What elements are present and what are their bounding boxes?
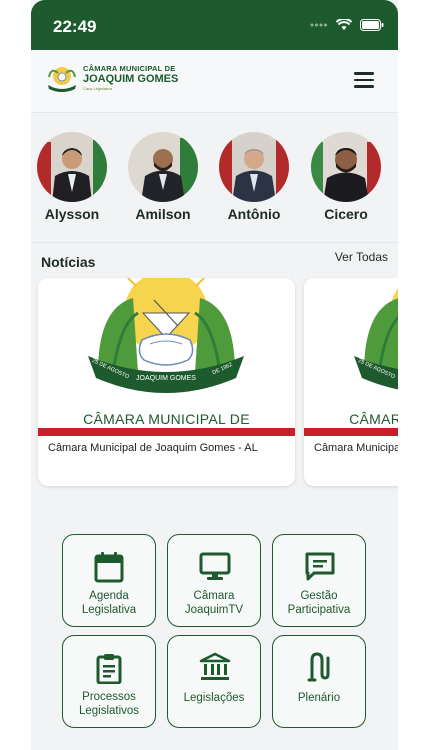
- news-card-image: JOAQUIM GOMES 25 DE AGOSTO DE 1962 CÂMAR…: [38, 278, 295, 436]
- battery-icon: [360, 19, 384, 31]
- logo-line2: JOAQUIM GOMES: [83, 72, 179, 85]
- menu-tile-label: Plenário: [297, 692, 341, 704]
- member-name: Amilson: [135, 206, 191, 222]
- menu-tile-label: Legislações: [183, 692, 245, 704]
- calendar-icon: [94, 552, 124, 583]
- members-carousel: Alysson Amilson Antônio Cicero: [31, 128, 398, 238]
- bank-icon: [199, 652, 231, 680]
- member-name: Cicero: [324, 206, 368, 222]
- app-header: CÂMARA MUNICIPAL DE JOAQUIM GOMES Casa L…: [31, 50, 398, 113]
- logo-line3: Casa Legislativa: [83, 85, 113, 91]
- news-card[interactable]: JOAQUIM GOMES 25 DE AGOSTO DE 1962 CÂMAR…: [38, 278, 295, 486]
- menu-tile-label: Processos Legislativos: [78, 691, 140, 717]
- clipboard-icon: [96, 654, 122, 684]
- member-avatar: [128, 132, 198, 202]
- section-divider: [31, 242, 398, 243]
- member-name: Antônio: [227, 206, 281, 222]
- app-logo[interactable]: CÂMARA MUNICIPAL DE JOAQUIM GOMES Casa L…: [45, 63, 178, 93]
- status-bar: 22:49: [31, 0, 398, 50]
- app-screen: 22:49 CÂMARA MUNICIPAL DE JOAQUIM GOMES …: [31, 0, 398, 750]
- status-time: 22:49: [53, 17, 97, 36]
- tv-icon: [199, 552, 231, 580]
- menu-tile-plenario[interactable]: Plenário: [272, 635, 366, 728]
- crest-title: CÂMARA MUNICIPAL DE: [349, 411, 398, 427]
- crest-red-bar: [38, 428, 295, 436]
- member-item[interactable]: Amilson: [123, 132, 203, 222]
- member-avatar: [219, 132, 289, 202]
- logo-text: CÂMARA MUNICIPAL DE JOAQUIM GOMES Casa L…: [83, 65, 178, 91]
- news-section-title: Notícias: [41, 254, 96, 270]
- news-card-caption: Câmara Municipal de Joaquim Gomes - AL: [48, 442, 258, 454]
- member-name: Alysson: [44, 206, 100, 222]
- member-avatar: [37, 132, 107, 202]
- menu-tile-agenda[interactable]: Agenda Legislativa: [62, 534, 156, 627]
- wifi-icon: [336, 19, 352, 30]
- member-avatar: [311, 132, 381, 202]
- pen-icon: [307, 652, 330, 682]
- menu-tile-label: Câmara JoaquimTV: [184, 590, 244, 616]
- menu-tile-processos[interactable]: Processos Legislativos: [62, 635, 156, 728]
- news-card-caption: Câmara Municipal de Joaquim Gomes - AL: [314, 442, 398, 454]
- signal-icon: [310, 23, 327, 27]
- menu-tile-label: Agenda Legislativa: [81, 590, 137, 616]
- menu-tile-legislacoes[interactable]: Legislações: [167, 635, 261, 728]
- member-item[interactable]: Alysson: [32, 132, 112, 222]
- news-card-image: 25 DE AGOSTO CÂMARA MUNICIPAL DE: [304, 278, 398, 436]
- crest-logo-icon: [48, 67, 76, 92]
- see-all-news-link[interactable]: Ver Todas: [335, 250, 388, 264]
- menu-tile-tv[interactable]: Câmara JoaquimTV: [167, 534, 261, 627]
- crest-title: CÂMARA MUNICIPAL DE: [83, 411, 250, 427]
- logo-line1: CÂMARA MUNICIPAL DE: [83, 64, 176, 74]
- crest-red-bar: [304, 428, 398, 436]
- message-icon: [305, 552, 335, 581]
- menu-tile-label: Gestão Participativa: [287, 590, 351, 616]
- status-icons: [310, 19, 384, 31]
- member-item[interactable]: Cicero: [306, 132, 386, 222]
- menu-tile-gestao[interactable]: Gestão Participativa: [272, 534, 366, 627]
- ribbon-center-text: JOAQUIM GOMES: [136, 375, 196, 382]
- hamburger-menu-icon[interactable]: [354, 72, 374, 88]
- news-card[interactable]: 25 DE AGOSTO CÂMARA MUNICIPAL DE Câmara …: [304, 278, 398, 486]
- member-item[interactable]: Antônio: [214, 132, 294, 222]
